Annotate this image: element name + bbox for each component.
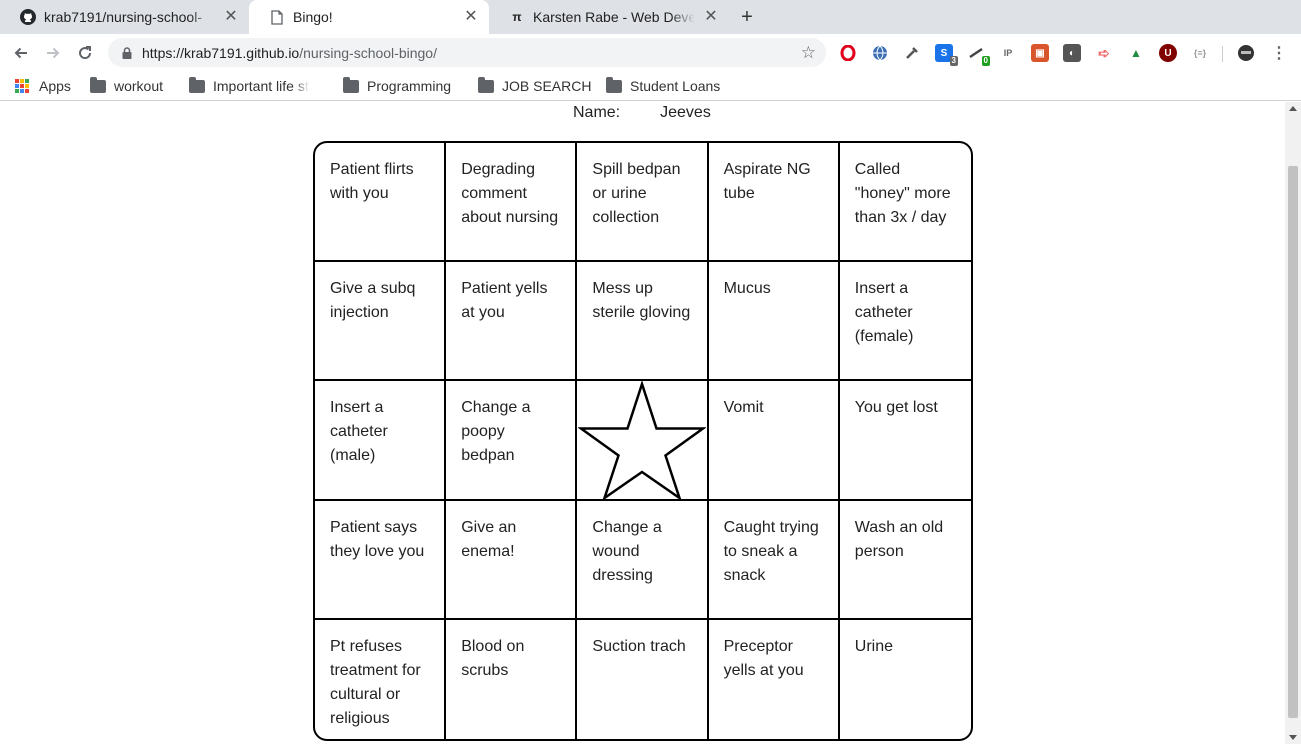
- extension-badge: 3: [949, 56, 958, 66]
- bookmark-folder-programming[interactable]: Programming: [343, 76, 451, 96]
- bingo-cell[interactable]: Insert a catheter (female): [839, 262, 971, 381]
- s-extension-icon[interactable]: S3: [935, 44, 958, 66]
- ublock-icon[interactable]: U: [1159, 44, 1177, 62]
- bingo-cell[interactable]: Preceptor yells at you: [709, 620, 840, 739]
- bingo-cell[interactable]: Patient yells at you: [446, 262, 578, 381]
- name-value: Jeeves: [660, 104, 711, 121]
- reload-icon: [79, 46, 92, 60]
- bingo-cell[interactable]: Mucus: [708, 262, 840, 381]
- bookmark-star-icon[interactable]: ☆: [801, 43, 816, 63]
- page-content: Name: Jeeves Patient flirts with you Degr…: [0, 102, 1285, 744]
- bookmark-label: JOB SEARCH: [502, 78, 592, 94]
- tab-portfolio[interactable]: π Karsten Rabe - Web Devel ✕: [489, 0, 729, 34]
- extension-badge: 0: [981, 56, 990, 66]
- vertical-scrollbar[interactable]: [1285, 102, 1301, 744]
- bingo-cell[interactable]: Give a subq injection: [315, 262, 447, 381]
- bookmark-apps[interactable]: Apps: [15, 76, 71, 96]
- tab-title: krab7191/nursing-school-: [44, 9, 202, 25]
- bingo-cell[interactable]: Blood on scrubs: [446, 620, 578, 739]
- json-extension-icon[interactable]: {≡}: [1191, 44, 1209, 62]
- bingo-cell[interactable]: Spill bedpan or urine collection: [577, 143, 709, 262]
- bingo-cell[interactable]: Caught trying to sneak a snack: [708, 501, 840, 620]
- lightbulb-extension-icon[interactable]: ◐: [1063, 44, 1081, 62]
- bookmark-folder-important[interactable]: Important life st: [189, 76, 327, 96]
- toolbar-divider: [1222, 46, 1223, 62]
- tab-bingo[interactable]: Bingo! ✕: [249, 0, 489, 34]
- reload-button[interactable]: [72, 40, 98, 66]
- opera-icon[interactable]: [839, 44, 857, 62]
- arrow-extension-icon[interactable]: ➪: [1095, 44, 1113, 62]
- back-arrow-icon: [14, 47, 27, 59]
- bingo-cell[interactable]: Called "honey" more than 3x / day: [839, 143, 971, 262]
- tab-title: Karsten Rabe - Web Devel: [533, 9, 695, 25]
- bingo-cell[interactable]: Suction trach: [577, 620, 709, 739]
- tool-extension-icon[interactable]: 0: [967, 44, 990, 66]
- forward-button[interactable]: [40, 40, 66, 66]
- menu-kebab-icon[interactable]: ⋮: [1270, 44, 1288, 62]
- bookmarks-bar: Apps workout Important life st Programmi…: [0, 71, 1301, 101]
- back-button[interactable]: [8, 40, 34, 66]
- bookmark-label: Student Loans: [630, 78, 721, 94]
- page-icon: [269, 9, 285, 25]
- free-space-cell[interactable]: [577, 381, 709, 501]
- bingo-cell[interactable]: Change a wound dressing: [577, 501, 709, 620]
- bookmark-folder-job-search[interactable]: JOB SEARCH: [478, 76, 591, 96]
- bookmark-folder-student-loans[interactable]: Student Loans: [606, 76, 720, 96]
- bingo-cell[interactable]: Patient flirts with you: [315, 143, 447, 262]
- scrollbar-thumb[interactable]: [1288, 166, 1298, 718]
- name-row: Name: Jeeves: [573, 104, 711, 122]
- bingo-cell[interactable]: Vomit: [708, 381, 840, 501]
- name-label: Name:: [573, 104, 621, 121]
- folder-icon: [343, 76, 359, 93]
- close-icon[interactable]: ✕: [703, 9, 719, 25]
- bingo-cell[interactable]: Give an enema!: [446, 501, 578, 620]
- star-icon: [577, 381, 706, 499]
- bingo-cell[interactable]: Change a poopy bedpan: [446, 381, 578, 501]
- folder-icon: [478, 76, 494, 93]
- bookmark-label: workout: [114, 78, 164, 94]
- new-tab-button[interactable]: +: [734, 5, 760, 29]
- pi-icon: π: [512, 10, 522, 24]
- lock-icon: [122, 46, 132, 59]
- bookmark-label: Important life st: [213, 78, 309, 94]
- close-icon[interactable]: ✕: [463, 9, 479, 25]
- bingo-cell[interactable]: Urine: [840, 620, 971, 739]
- scroll-up-arrow-icon[interactable]: [1289, 106, 1297, 111]
- tab-strip: krab7191/nursing-school- ✕ Bingo! ✕ π Ka…: [0, 0, 1301, 34]
- url-host: https://krab7191.github.io: [142, 44, 300, 61]
- address-bar[interactable]: https://krab7191.github.io/nursing-schoo…: [108, 38, 826, 67]
- github-icon: [20, 9, 36, 25]
- url-text: https://krab7191.github.io/nursing-schoo…: [142, 45, 437, 61]
- bingo-cell[interactable]: You get lost: [839, 381, 971, 501]
- orange-extension-icon[interactable]: ▣: [1031, 44, 1049, 62]
- globe-extension-icon[interactable]: [871, 44, 889, 62]
- bingo-cell[interactable]: Patient says they love you: [315, 501, 447, 620]
- bingo-board: Patient flirts with you Degrading commen…: [313, 141, 973, 741]
- bookmark-label: Programming: [367, 78, 452, 94]
- folder-icon: [606, 76, 622, 93]
- bingo-cell[interactable]: Degrading comment about nursing: [446, 143, 578, 262]
- folder-icon: [90, 76, 106, 93]
- tab-title: Bingo!: [293, 9, 333, 25]
- forward-arrow-icon: [47, 47, 60, 59]
- chevron-up-extension-icon[interactable]: ▲: [1127, 44, 1145, 62]
- url-path: /nursing-school-bingo/: [299, 44, 437, 61]
- folder-icon: [189, 76, 205, 93]
- bingo-cell[interactable]: Pt refuses treatment for cultural or rel…: [315, 620, 447, 739]
- bingo-cell[interactable]: Aspirate NG tube: [708, 143, 840, 262]
- scroll-down-arrow-icon[interactable]: [1289, 735, 1297, 740]
- ip-extension-icon[interactable]: IP: [999, 44, 1017, 62]
- bingo-cell[interactable]: Mess up sterile gloving: [577, 262, 709, 381]
- bookmark-label: Apps: [39, 78, 71, 94]
- apps-grid-icon: [15, 79, 29, 93]
- bookmark-folder-workout[interactable]: workout: [90, 76, 163, 96]
- bingo-cell[interactable]: Insert a catheter (male): [315, 381, 447, 501]
- close-icon[interactable]: ✕: [223, 9, 239, 25]
- tab-github[interactable]: krab7191/nursing-school- ✕: [0, 0, 249, 34]
- bingo-cell[interactable]: Wash an old person: [839, 501, 971, 620]
- toolbar: https://krab7191.github.io/nursing-schoo…: [0, 34, 1301, 71]
- profile-avatar-icon[interactable]: [1237, 44, 1255, 62]
- eyedropper-extension-icon[interactable]: [903, 44, 921, 62]
